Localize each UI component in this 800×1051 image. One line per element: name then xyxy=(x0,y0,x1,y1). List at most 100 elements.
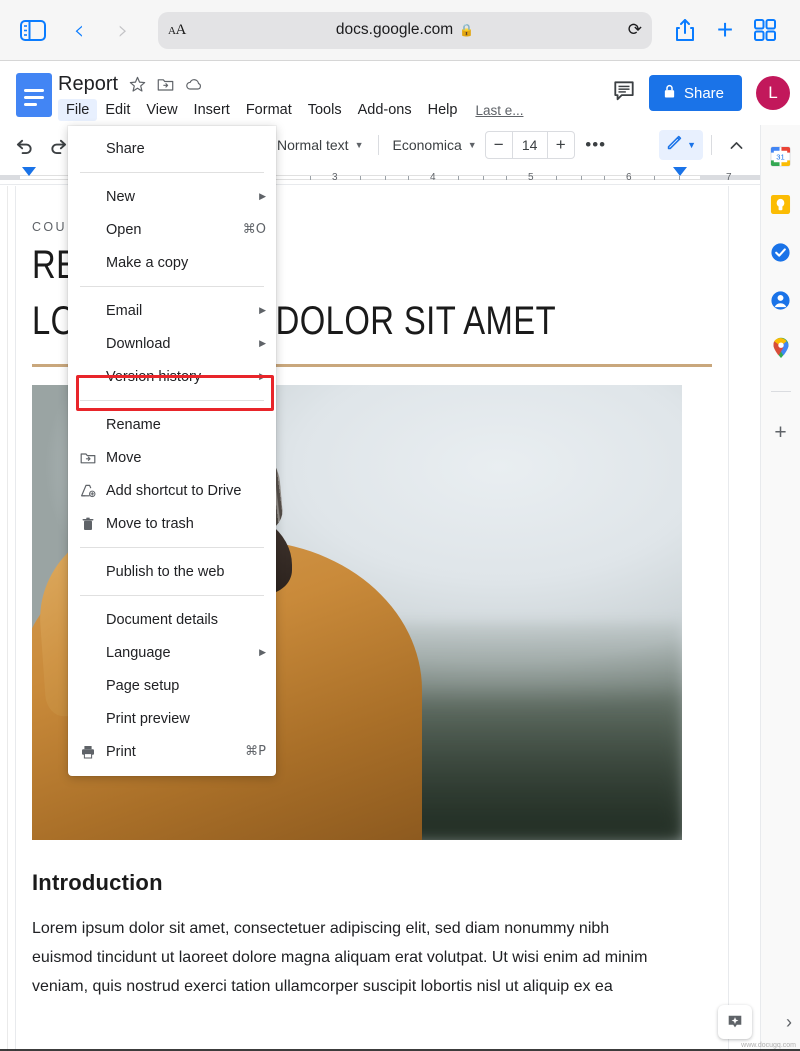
menu-bar: File Edit View Insert Format Tools Add-o… xyxy=(58,99,613,121)
font-size-decrease[interactable]: − xyxy=(486,132,512,158)
printer-icon xyxy=(80,744,106,760)
move-to-folder-icon[interactable] xyxy=(157,76,174,93)
menu-item-open[interactable]: Open ⌘O xyxy=(68,213,276,246)
menu-format[interactable]: Format xyxy=(238,99,300,121)
lock-icon xyxy=(663,84,676,103)
url-text-wrap: docs.google.com 🔒 xyxy=(158,21,652,39)
menu-addons[interactable]: Add-ons xyxy=(350,99,420,121)
edit-mode-pen-icon xyxy=(666,134,683,156)
menu-item-label: Move xyxy=(106,449,142,466)
body-paragraph: Lorem ipsum dolor sit amet, consectetuer… xyxy=(32,920,648,995)
menu-item-share[interactable]: Share xyxy=(68,132,276,165)
menu-edit[interactable]: Edit xyxy=(97,99,138,121)
menu-item-document-details[interactable]: Document details xyxy=(68,603,276,636)
menu-item-label: Document details xyxy=(106,611,219,628)
menu-item-download[interactable]: Download ▶ xyxy=(68,327,276,360)
toolbar-divider-3 xyxy=(711,135,712,155)
edit-mode-button[interactable]: ▼ xyxy=(659,130,703,160)
expand-panel-chevron-right-icon[interactable]: › xyxy=(786,1012,792,1033)
font-family-select[interactable]: Economica ▼ xyxy=(387,130,483,160)
submenu-arrow-icon: ▶ xyxy=(259,371,266,381)
menu-item-new[interactable]: New ▶ xyxy=(68,180,276,213)
google-maps-icon[interactable] xyxy=(770,337,792,359)
menu-file[interactable]: File xyxy=(58,99,98,121)
menu-item-make-a-copy[interactable]: Make a copy xyxy=(68,246,276,279)
chevron-right-icon[interactable]: › xyxy=(106,13,140,47)
menu-item-label: Download xyxy=(106,335,171,352)
menu-item-label: Print xyxy=(106,743,136,760)
reload-icon[interactable]: ⟳ xyxy=(628,20,642,40)
menu-tools[interactable]: Tools xyxy=(300,99,350,121)
menu-item-move-to-trash[interactable]: Move to trash xyxy=(68,507,276,540)
google-calendar-icon[interactable]: 31 xyxy=(770,145,792,167)
svg-text:31: 31 xyxy=(776,152,784,161)
toolbar-divider-2 xyxy=(377,135,379,155)
left-indent-marker[interactable] xyxy=(22,167,36,176)
ruler-number-5: 5 xyxy=(528,172,534,183)
menu-separator xyxy=(80,547,264,548)
paragraph-style-value: Normal text xyxy=(277,137,349,153)
menu-separator xyxy=(80,286,264,287)
menu-view[interactable]: View xyxy=(138,99,185,121)
menu-item-version-history[interactable]: Version history ▶ xyxy=(68,360,276,393)
explore-button[interactable] xyxy=(718,1005,752,1039)
title-row: Report xyxy=(58,71,613,97)
collapse-toolbar-icon[interactable] xyxy=(720,130,752,160)
explore-icon xyxy=(728,1015,742,1028)
menu-item-label: Print preview xyxy=(106,710,190,727)
menu-item-add-shortcut-to-drive[interactable]: Add shortcut to Drive xyxy=(68,474,276,507)
rail-divider xyxy=(770,391,791,392)
menu-separator xyxy=(80,400,264,401)
font-size-input[interactable]: 14 xyxy=(511,132,548,158)
undo-icon[interactable] xyxy=(8,130,40,160)
menu-item-print-preview[interactable]: Print preview xyxy=(68,702,276,735)
url-text: docs.google.com xyxy=(335,21,454,38)
paragraph-style-select[interactable]: Normal text ▼ xyxy=(271,130,370,160)
font-size-stepper[interactable]: − 14 + xyxy=(484,131,575,159)
address-bar[interactable]: AA docs.google.com 🔒 ⟳ xyxy=(158,11,652,49)
menu-item-publish-to-the-web[interactable]: Publish to the web xyxy=(68,555,276,588)
right-indent-marker[interactable] xyxy=(673,167,687,176)
menu-item-rename[interactable]: Rename xyxy=(68,408,276,441)
font-size-increase[interactable]: + xyxy=(548,132,574,158)
avatar[interactable]: L xyxy=(756,76,790,110)
file-menu-dropdown[interactable]: Share New ▶ Open ⌘O Make a copy Email ▶ … xyxy=(68,126,276,776)
menu-item-label: Move to trash xyxy=(106,515,194,532)
menu-item-label: Publish to the web xyxy=(106,563,225,580)
menu-item-shortcut: ⌘O xyxy=(242,222,266,237)
tab-overview-icon[interactable] xyxy=(746,13,784,47)
add-addon-button[interactable]: + xyxy=(774,422,786,443)
menu-item-language[interactable]: Language ▶ xyxy=(68,636,276,669)
star-icon[interactable] xyxy=(129,76,146,93)
lock-icon: 🔒 xyxy=(459,23,475,37)
menu-item-move[interactable]: Move xyxy=(68,441,276,474)
google-contacts-icon[interactable] xyxy=(770,289,792,311)
cloud-saved-icon[interactable] xyxy=(185,76,203,93)
section-heading: Introduction xyxy=(32,870,163,895)
page-title[interactable]: Report xyxy=(58,73,118,96)
last-edit-link[interactable]: Last e... xyxy=(475,103,523,118)
menu-item-label: Add shortcut to Drive xyxy=(106,482,242,499)
comment-history-icon[interactable] xyxy=(613,80,635,107)
text-size-button[interactable]: AA xyxy=(168,22,186,39)
share-button[interactable]: Share xyxy=(648,75,742,111)
ruler-number-7: 7 xyxy=(726,172,732,183)
plus-icon[interactable]: + xyxy=(706,13,744,47)
menu-item-label: Version history xyxy=(106,368,202,385)
google-docs-icon[interactable] xyxy=(16,73,52,117)
sidebar-toggle-icon[interactable] xyxy=(16,13,50,47)
google-tasks-icon[interactable] xyxy=(770,241,792,263)
menu-item-email[interactable]: Email ▶ xyxy=(68,294,276,327)
trash-icon xyxy=(80,516,106,532)
browser-toolbar: ‹ › AA docs.google.com 🔒 ⟳ + xyxy=(0,0,800,61)
more-options-button[interactable]: ••• xyxy=(577,130,615,160)
google-keep-icon[interactable] xyxy=(770,193,792,215)
menu-item-print[interactable]: Print ⌘P xyxy=(68,735,276,768)
menu-item-page-setup[interactable]: Page setup xyxy=(68,669,276,702)
chevron-left-icon[interactable]: ‹ xyxy=(62,13,96,47)
submenu-arrow-icon: ▶ xyxy=(259,338,266,348)
menu-insert[interactable]: Insert xyxy=(186,99,238,121)
share-up-icon[interactable] xyxy=(666,13,704,47)
canvas-left-edge xyxy=(0,186,8,1051)
menu-help[interactable]: Help xyxy=(420,99,466,121)
